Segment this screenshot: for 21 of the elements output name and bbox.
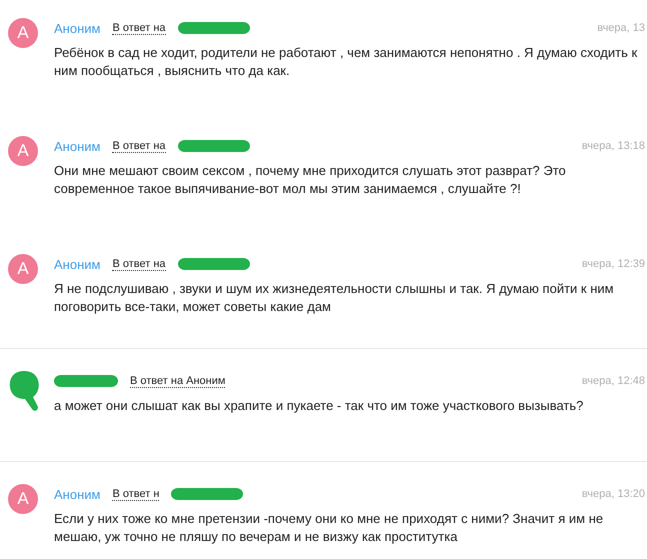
comment-time: вчера, 12:39 xyxy=(582,258,646,270)
comment-time: вчера, 13:18 xyxy=(582,140,646,152)
comment-time: вчера, 12:48 xyxy=(582,375,646,387)
avatar: А xyxy=(8,254,38,284)
comment-text: Я не подслушиваю , звуки и шум их жизнедеятельности слышны и так. Я думаю пойти к ним поговорить все-таки, может советы какие дам xyxy=(54,280,615,316)
comment-text: Они мне мешают своим сексом , почему мне приходится слушать этот разврат? Это современное такое выпячивание-вот мол мы этим занимаемся , слушайте ?! xyxy=(54,162,567,198)
avatar: А xyxy=(8,18,38,48)
reply-link[interactable]: В ответ на xyxy=(112,258,166,270)
reply-link[interactable]: В ответ на Аноним xyxy=(130,374,226,388)
comment-text: Если у них тоже ко мне претензии -почему они ко мне не приходят с ними? Значит я им не мешаю, уж точно не пляшу по вечерам и не визжу как проститутка xyxy=(54,510,604,546)
redaction-mark xyxy=(54,374,118,388)
avatar: А xyxy=(8,136,38,166)
comment-text: а может они слышат как вы храпите и пукаете - так что им тоже участкового вызывать? xyxy=(54,397,584,415)
reply-link[interactable]: В ответ на xyxy=(112,140,166,152)
reply-link[interactable]: В ответ н xyxy=(112,488,160,500)
comment-time: вчера, 13:20 xyxy=(582,488,646,500)
comment-text: Ребёнок в сад не ходит, родители не работают , чем занимаются непонятно . Я думаю сходить к ним пообщаться , выяснить что да как. xyxy=(54,44,638,80)
avatar: А xyxy=(8,484,38,514)
reply-link[interactable]: В ответ на xyxy=(112,22,166,34)
redaction-mark xyxy=(8,369,42,413)
comment-time: вчера, 13 xyxy=(597,22,646,34)
